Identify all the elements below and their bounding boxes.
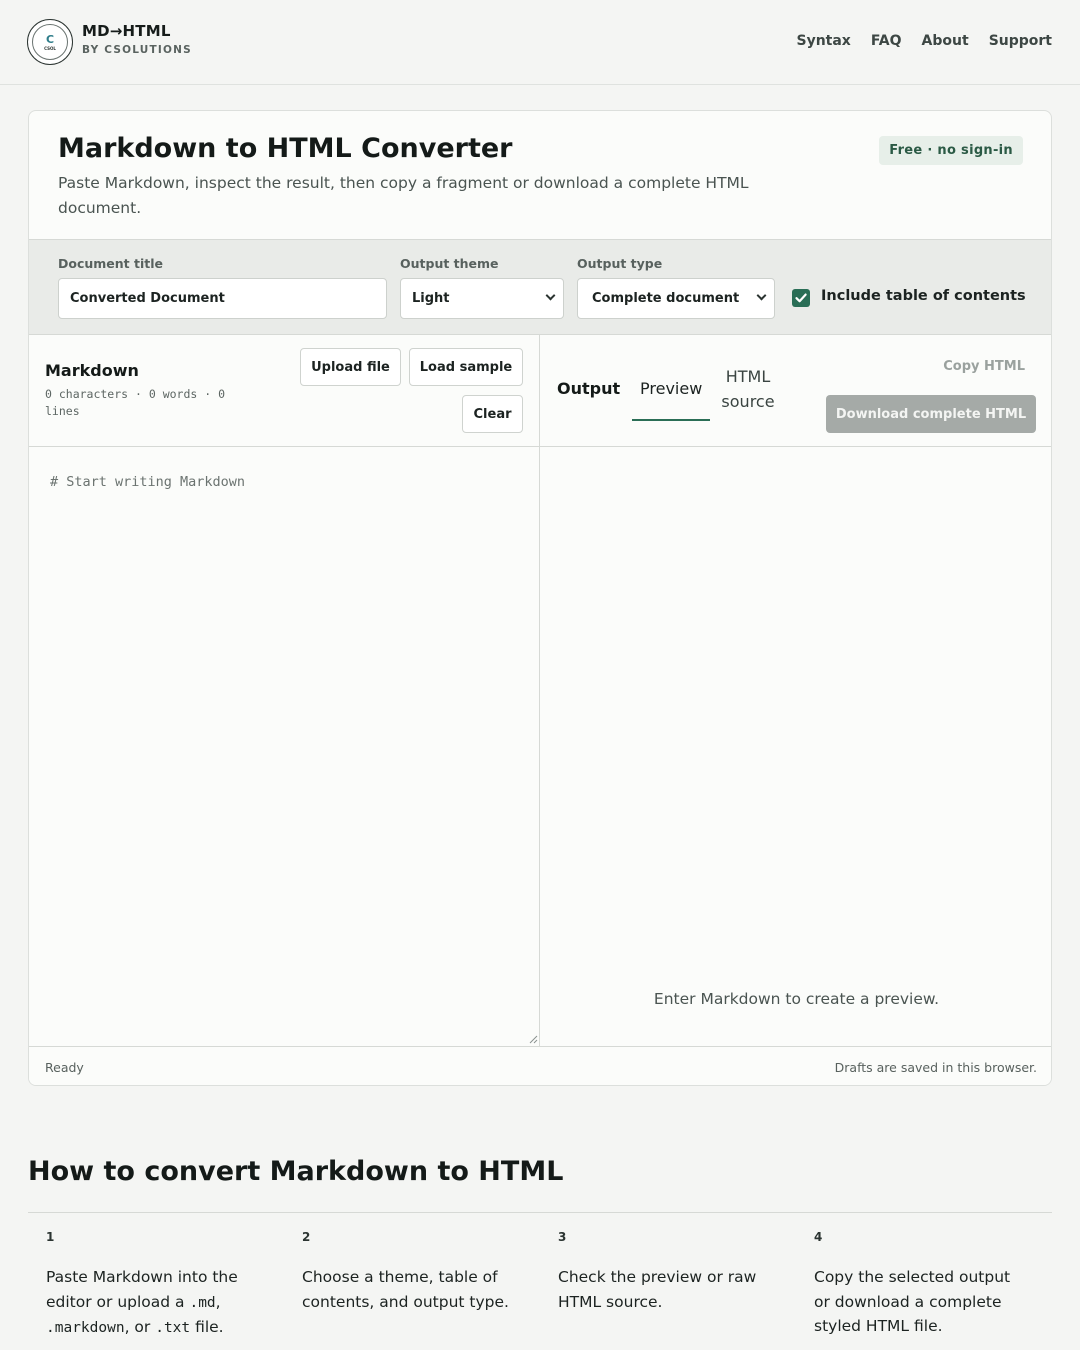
free-badge: Free · no sign-in [879, 136, 1023, 165]
doc-title-value: Converted Document [70, 291, 225, 306]
active-tab-indicator [632, 419, 710, 421]
file-ext-markdown: .markdown [46, 1320, 125, 1336]
tab-preview[interactable]: Preview [640, 379, 702, 398]
chevron-down-icon [756, 290, 767, 301]
markdown-editor[interactable]: # Start writing Markdown [29, 447, 540, 1046]
step-text-part: , [215, 1292, 221, 1311]
resize-handle-icon[interactable] [529, 1035, 538, 1044]
upload-file-button[interactable]: Upload file [300, 348, 401, 386]
clear-button[interactable]: Clear [462, 395, 523, 433]
file-ext-txt: .txt [155, 1320, 191, 1336]
output-pane: Output Preview HTML source Copy HTML Dow… [540, 335, 1051, 1046]
doc-title-label: Document title [58, 256, 163, 271]
page-description: Paste Markdown, inspect the result, then… [58, 174, 749, 217]
howto-divider [28, 1212, 1052, 1213]
output-label: Output [557, 379, 621, 398]
checkmark-icon [795, 293, 807, 303]
step-number: 4 [814, 1230, 823, 1244]
nav-link-support[interactable]: Support [989, 33, 1052, 49]
status-text: Ready [45, 1060, 84, 1075]
step-number: 2 [302, 1230, 311, 1244]
download-html-button[interactable]: Download complete HTML [826, 395, 1036, 433]
chevron-down-icon [545, 290, 556, 301]
file-ext-md: .md [189, 1294, 216, 1311]
howto-step-4: 4 Copy the selected output or download a… [814, 1230, 1029, 1339]
converter-card: Markdown to HTML Converter Paste Markdow… [28, 110, 1052, 1086]
step-number: 1 [46, 1230, 55, 1244]
howto-title: How to convert Markdown to HTML [28, 1156, 564, 1187]
status-bar: Ready Drafts are saved in this browser. [29, 1046, 1051, 1085]
step-text: Choose a theme, table of contents, and o… [302, 1268, 509, 1311]
type-label: Output type [577, 256, 663, 271]
logo-icon[interactable]: C CSOL [27, 19, 73, 65]
editor-placeholder: # Start writing Markdown [50, 474, 246, 490]
howto-step-3: 3 Check the preview or raw HTML source. [558, 1230, 788, 1314]
logo-glyph: C [45, 32, 55, 46]
step-text: Paste Markdown into the editor or upload… [46, 1265, 276, 1341]
doc-title-input[interactable]: Converted Document [58, 278, 387, 319]
output-pane-header: Output Preview HTML source Copy HTML Dow… [540, 335, 1051, 447]
nav-link-faq[interactable]: FAQ [871, 33, 902, 49]
theme-label: Output theme [400, 256, 499, 271]
step-text-part: file. [190, 1318, 224, 1336]
brand-subtitle: BY CSOLUTIONS [82, 44, 192, 56]
type-select[interactable]: Complete document [577, 278, 775, 319]
logo-seal: C CSOL [32, 24, 68, 60]
load-sample-button[interactable]: Load sample [409, 348, 523, 386]
markdown-title: Markdown [45, 361, 139, 380]
brand-title[interactable]: MD→HTML [82, 22, 171, 40]
main-nav: Syntax FAQ About Support [796, 33, 1052, 49]
theme-select[interactable]: Light [400, 278, 564, 319]
nav-link-about[interactable]: About [922, 33, 969, 49]
controls-bar: Document title Converted Document Output… [29, 239, 1051, 335]
markdown-stats: 0 characters · 0 words · 0 lines [45, 387, 226, 418]
markdown-pane-header: Markdown 0 characters · 0 words · 0 line… [29, 335, 539, 447]
copy-html-button[interactable]: Copy HTML [943, 359, 1025, 374]
logo-text: CSOL [44, 45, 56, 51]
page-title: Markdown to HTML Converter [58, 133, 513, 164]
drafts-note: Drafts are saved in this browser. [834, 1060, 1037, 1075]
tab-html-source[interactable]: HTML source [720, 364, 776, 414]
step-text: Check the preview or raw HTML source. [558, 1268, 757, 1311]
howto-step-1: 1 Paste Markdown into the editor or uplo… [46, 1230, 276, 1341]
editor-panes: Markdown 0 characters · 0 words · 0 line… [29, 335, 1051, 1046]
top-bar: C CSOL MD→HTML BY CSOLUTIONS Syntax FAQ … [0, 0, 1080, 85]
howto-step-2: 2 Choose a theme, table of contents, and… [302, 1230, 532, 1314]
preview-empty-message: Enter Markdown to create a preview. [653, 990, 940, 1008]
toc-checkbox[interactable] [792, 289, 810, 307]
toc-label[interactable]: Include table of contents [821, 288, 1026, 304]
step-text: Copy the selected output or download a c… [814, 1268, 1011, 1335]
type-value: Complete document [592, 291, 740, 306]
nav-link-syntax[interactable]: Syntax [796, 33, 850, 49]
theme-value: Light [412, 291, 450, 306]
step-number: 3 [558, 1230, 567, 1244]
step-text-part: , or [124, 1318, 156, 1336]
markdown-pane: Markdown 0 characters · 0 words · 0 line… [29, 335, 540, 1046]
